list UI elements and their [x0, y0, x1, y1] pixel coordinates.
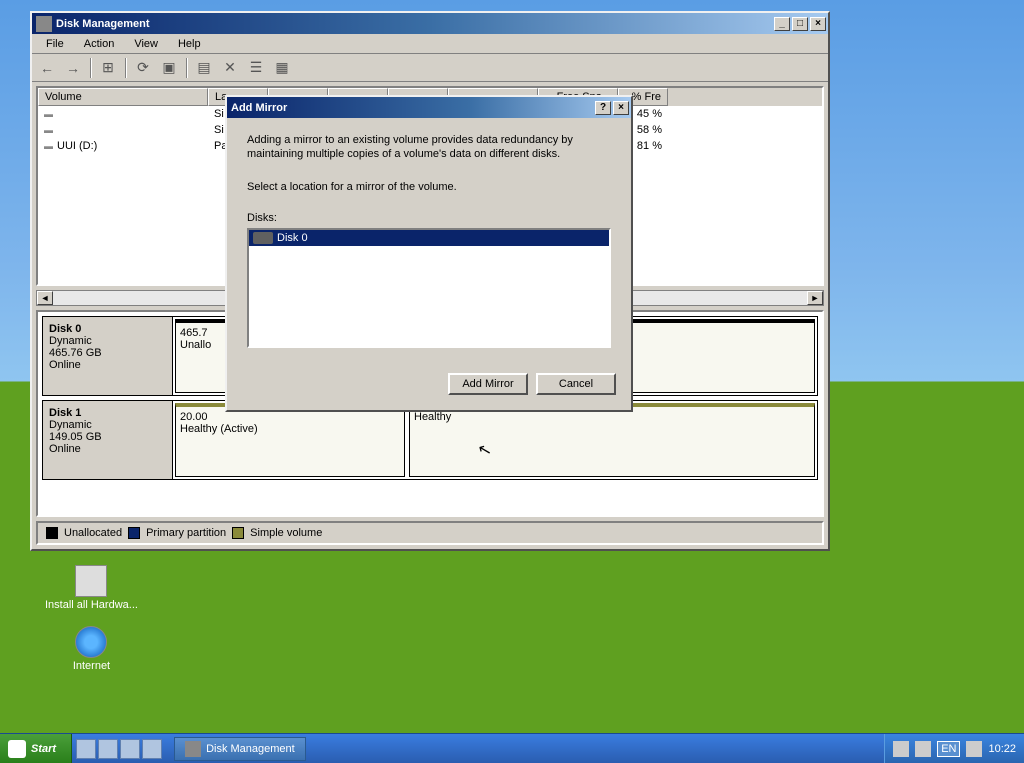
partition[interactable]: Healthy [409, 403, 815, 477]
tray-icon[interactable] [915, 741, 931, 757]
disk-select-list[interactable]: Disk 0 [247, 228, 611, 348]
legend-swatch-simple [232, 527, 244, 539]
menu-help[interactable]: Help [168, 36, 211, 52]
quicklaunch-icon[interactable] [120, 739, 140, 759]
add-mirror-dialog: Add Mirror ? × Adding a mirror to an exi… [225, 95, 633, 412]
disks-label: Disks: [247, 212, 611, 224]
window-title: Disk Management [56, 18, 774, 30]
toolbar-icon[interactable]: ▦ [271, 57, 293, 79]
app-icon [36, 16, 52, 32]
desktop-icon-internet[interactable]: Internet [45, 626, 138, 672]
menu-view[interactable]: View [124, 36, 168, 52]
properties-icon[interactable]: ☰ [245, 57, 267, 79]
disk-label: Disk 1 Dynamic 149.05 GB Online [43, 401, 173, 479]
close-button[interactable]: × [810, 17, 826, 31]
start-button[interactable]: Start [0, 734, 72, 763]
toolbar-icon[interactable]: ▤ [193, 57, 215, 79]
add-mirror-button[interactable]: Add Mirror [448, 373, 528, 395]
refresh-button[interactable]: ⟳ [132, 57, 154, 79]
internet-explorer-icon [75, 626, 107, 658]
scroll-right-icon[interactable]: ► [807, 291, 823, 305]
quicklaunch-icon[interactable] [76, 739, 96, 759]
legend-swatch-unallocated [46, 527, 58, 539]
dialog-prompt: Select a location for a mirror of the vo… [247, 180, 611, 194]
maximize-button[interactable]: □ [792, 17, 808, 31]
col-volume[interactable]: Volume [38, 88, 208, 106]
legend-swatch-primary [128, 527, 140, 539]
scroll-left-icon[interactable]: ◄ [37, 291, 53, 305]
taskbar-app-disk-management[interactable]: Disk Management [174, 737, 306, 761]
close-button[interactable]: × [613, 101, 629, 115]
back-button[interactable]: ← [36, 57, 58, 79]
toolbar: ← → ⊞ ⟳ ▣ ▤ ✕ ☰ ▦ [32, 54, 828, 82]
disk-option[interactable]: Disk 0 [249, 230, 609, 246]
dialog-description: Adding a mirror to an existing volume pr… [247, 133, 611, 162]
disk-row[interactable]: Disk 1 Dynamic 149.05 GB Online 20.00 He… [42, 400, 818, 480]
taskbar: Start Disk Management EN 10:22 [0, 733, 1024, 763]
quicklaunch-icon[interactable] [98, 739, 118, 759]
up-button[interactable]: ⊞ [97, 57, 119, 79]
toolbar-icon[interactable]: ▣ [158, 57, 180, 79]
forward-button[interactable]: → [62, 57, 84, 79]
legend: Unallocated Primary partition Simple vol… [36, 521, 824, 545]
hardware-icon [75, 565, 107, 597]
dialog-titlebar[interactable]: Add Mirror ? × [227, 97, 631, 118]
partition[interactable]: 20.00 Healthy (Active) [175, 403, 405, 477]
menu-file[interactable]: File [36, 36, 74, 52]
quicklaunch-icon[interactable] [142, 739, 162, 759]
help-button[interactable]: ? [595, 101, 611, 115]
main-titlebar[interactable]: Disk Management _ □ × [32, 13, 828, 34]
menu-action[interactable]: Action [74, 36, 125, 52]
disk-label: Disk 0 Dynamic 465.76 GB Online [43, 317, 173, 395]
delete-icon[interactable]: ✕ [219, 57, 241, 79]
menubar: File Action View Help [32, 34, 828, 54]
dialog-title: Add Mirror [231, 102, 595, 114]
desktop-icon-install-hardware[interactable]: Install all Hardwa... [45, 565, 138, 611]
tray-icon[interactable] [966, 741, 982, 757]
cancel-button[interactable]: Cancel [536, 373, 616, 395]
language-indicator[interactable]: EN [937, 741, 960, 757]
system-tray: EN 10:22 [884, 734, 1024, 763]
minimize-button[interactable]: _ [774, 17, 790, 31]
clock[interactable]: 10:22 [988, 743, 1016, 755]
tray-icon[interactable] [893, 741, 909, 757]
